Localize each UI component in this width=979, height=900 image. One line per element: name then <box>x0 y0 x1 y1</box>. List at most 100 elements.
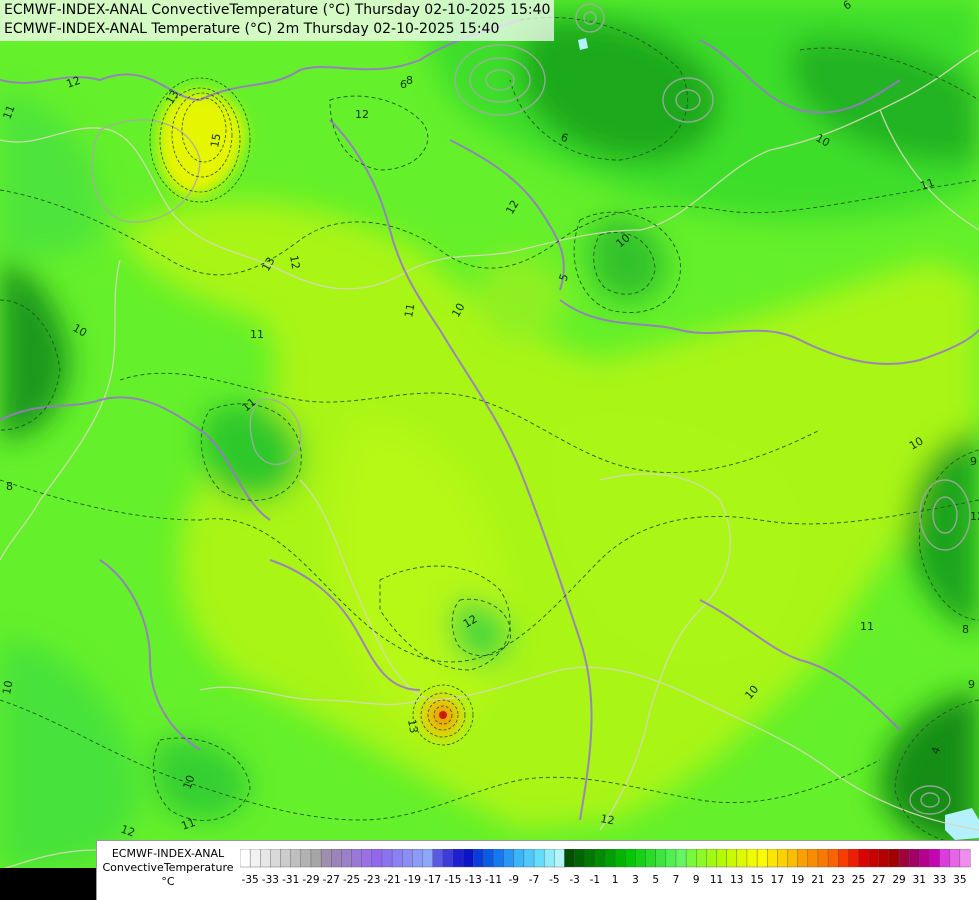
colorbar-swatch <box>240 849 251 868</box>
colorbar-swatch <box>341 849 353 868</box>
colorbar-swatch <box>280 849 292 868</box>
colorbar-swatch <box>736 849 748 868</box>
colorbar-swatch <box>351 849 363 868</box>
colorbar-tick-label: 35 <box>953 874 966 886</box>
colorbar-swatch <box>260 849 271 868</box>
colorbar-tick-label: -11 <box>485 874 502 886</box>
colorbar-swatch <box>361 849 373 868</box>
colorbar-swatch <box>452 849 464 868</box>
contour-label: 8 <box>6 480 13 493</box>
map-title-box: ECMWF-INDEX-ANAL ConvectiveTemperature (… <box>0 0 555 41</box>
colorbar-swatch <box>533 849 545 868</box>
colorbar-tick-label: -7 <box>529 874 539 886</box>
map-corner-blank <box>0 868 96 900</box>
colorbar-swatch <box>493 849 505 868</box>
colorbar-tick-label: -31 <box>282 874 299 886</box>
colorbar-tick-label: 11 <box>710 874 723 886</box>
colorbar-swatch <box>756 849 768 868</box>
colorbar-swatch <box>290 849 302 868</box>
colorbar-swatch <box>665 849 677 868</box>
colorbar-swatch <box>888 849 900 868</box>
legend-model: ECMWF-INDEX-ANAL <box>111 847 225 860</box>
colorbar-swatch <box>432 849 444 868</box>
colorbar-tick-label: 25 <box>852 874 865 886</box>
colorbar-swatch <box>483 849 494 868</box>
colorbar-swatch <box>868 849 880 868</box>
colorbar-swatch <box>523 849 535 868</box>
colorbar-tick-label: -9 <box>509 874 519 886</box>
colorbar-swatch <box>767 849 778 868</box>
colorbar-swatch <box>564 849 576 868</box>
colorbar-swatch <box>929 849 941 868</box>
colorbar-tick-label: 27 <box>872 874 885 886</box>
colorbar-tick-label: 19 <box>791 874 804 886</box>
colorbar-swatch <box>472 849 484 868</box>
colorbar: -35 -33 -31 -29 -27 -25 -23 -21 -19 -17 -15 -13 -11-… <box>240 849 971 886</box>
colorbar-tick-label: 31 <box>913 874 926 886</box>
colorbar-tick-label: 33 <box>933 874 946 886</box>
colorbar-tick-label: 23 <box>832 874 845 886</box>
colorbar-swatch <box>858 849 870 868</box>
colorbar-tick-label: -27 <box>323 874 340 886</box>
contour-label: 12 <box>287 254 302 270</box>
colorbar-swatch <box>462 849 474 868</box>
colorbar-swatch <box>513 849 525 868</box>
colorbar-swatch <box>554 849 565 868</box>
contour-label: 12 <box>355 108 369 121</box>
colorbar-swatch <box>949 849 961 868</box>
contour-label: 12 <box>599 812 615 827</box>
colorbar-swatch <box>422 849 434 868</box>
legend-title: ECMWF-INDEX-ANAL ConvectiveTemperature °… <box>99 847 237 889</box>
colorbar-swatch <box>635 849 647 868</box>
contour-label: 8 <box>962 623 969 636</box>
colorbar-swatch <box>402 849 413 868</box>
hot-spot-core <box>439 711 447 719</box>
colorbar-tick-label: 9 <box>693 874 700 886</box>
colorbar-swatch <box>797 849 809 868</box>
title-convective-temperature: ECMWF-INDEX-ANAL ConvectiveTemperature (… <box>4 2 551 18</box>
colorbar-swatch <box>827 849 839 868</box>
map-viewer: 12 11 13 15 10 11 9 12 6 6 6 8 10 10 11 12 10 11 13 12 11 11 1… <box>0 0 979 900</box>
contour-label: 9 <box>968 678 975 691</box>
colorbar-swatch <box>878 849 890 868</box>
colorbar-swatch <box>706 849 718 868</box>
colorbar-swatch <box>817 849 829 868</box>
color-legend: ECMWF-INDEX-ANAL ConvectiveTemperature °… <box>96 840 979 900</box>
colorbar-tick-label: 5 <box>652 874 659 886</box>
legend-unit: °C <box>161 875 175 888</box>
colorbar-swatch <box>898 849 910 868</box>
colorbar-swatch <box>959 849 971 868</box>
colorbar-swatch <box>594 849 606 868</box>
colorbar-swatch <box>310 849 322 868</box>
colorbar-swatch <box>848 849 859 868</box>
colorbar-tick-label: -23 <box>363 874 380 886</box>
legend-variable: ConvectiveTemperature <box>102 861 234 874</box>
colorbar-swatch <box>412 849 424 868</box>
colorbar-swatch <box>696 849 707 868</box>
colorbar-swatch <box>939 849 951 868</box>
colorbar-swatch <box>503 849 515 868</box>
colorbar-tick-label: -19 <box>404 874 421 886</box>
colorbar-tick-label: 21 <box>811 874 824 886</box>
colorbar-swatch <box>625 849 636 868</box>
colorbar-swatch <box>584 849 596 868</box>
colorbar-swatch <box>604 849 616 868</box>
colorbar-tick-label: -25 <box>343 874 360 886</box>
contour-label: 11 <box>250 328 264 341</box>
contour-label: 11 <box>402 302 417 318</box>
contour-label: 11 <box>860 620 874 633</box>
colorbar-swatch <box>270 849 282 868</box>
colorbar-tick-label: -21 <box>384 874 401 886</box>
colorbar-tick-label: 15 <box>750 874 763 886</box>
colorbar-tick-label: -33 <box>262 874 279 886</box>
colorbar-tick-label: 7 <box>673 874 680 886</box>
colorbar-tick-label: -13 <box>465 874 482 886</box>
colorbar-tick-label: 1 <box>612 874 619 886</box>
colorbar-swatch <box>919 849 930 868</box>
weather-map[interactable]: 1211131510119126668101011121011131211111… <box>0 0 979 900</box>
colorbar-swatch <box>320 849 332 868</box>
colorbar-swatch <box>746 849 758 868</box>
contour-label: 12 <box>970 510 979 523</box>
colorbar-swatch <box>777 849 788 868</box>
colorbar-tick-label: -1 <box>590 874 600 886</box>
